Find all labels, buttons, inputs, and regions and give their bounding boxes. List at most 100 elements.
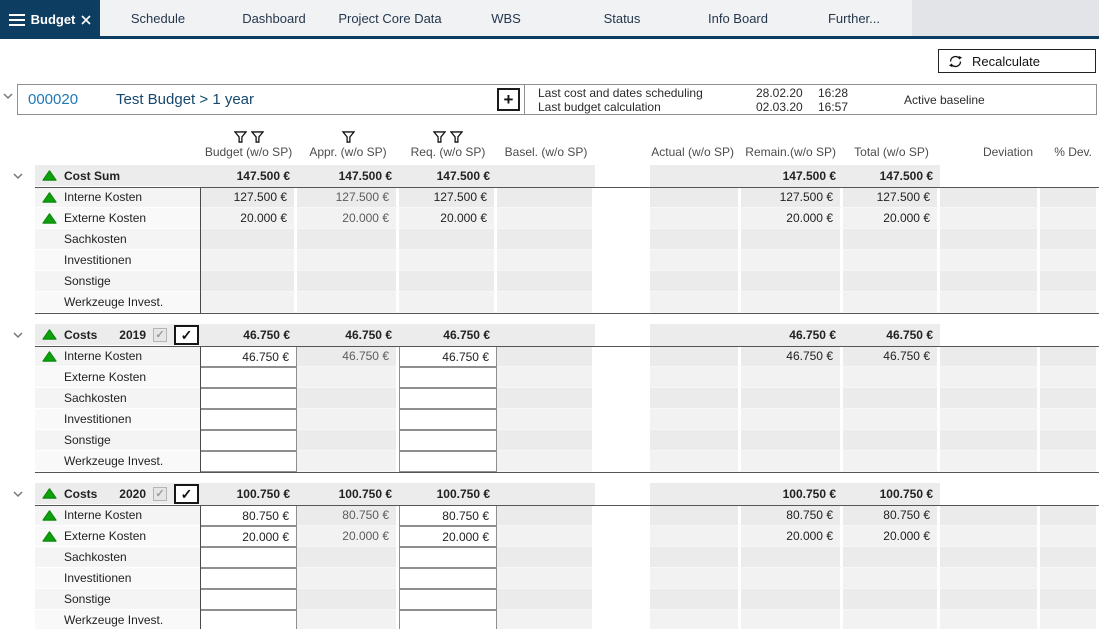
remain-cell bbox=[741, 292, 843, 313]
remain-cell bbox=[741, 250, 843, 271]
group-remain-total: 46.750 € bbox=[741, 324, 843, 346]
total-cell bbox=[843, 409, 940, 430]
column-gap bbox=[595, 547, 650, 568]
project-name-field[interactable]: Test Budget > 1 year bbox=[116, 91, 497, 108]
column-pdev: % Dev. bbox=[1040, 121, 1099, 161]
chevron-down-icon[interactable] bbox=[12, 490, 24, 498]
filter-icon[interactable] bbox=[342, 131, 355, 143]
budget-cell[interactable] bbox=[200, 610, 297, 629]
deviation-cell bbox=[940, 346, 1040, 367]
group-pdev-cell bbox=[1040, 483, 1099, 505]
appr-cell: 46.750 € bbox=[297, 346, 399, 367]
basel-cell bbox=[497, 367, 595, 388]
budget-cell[interactable] bbox=[200, 409, 297, 430]
baseline-checkbox-disabled: ✓ bbox=[153, 487, 167, 501]
recalculate-button[interactable]: Recalculate bbox=[938, 49, 1096, 73]
budget-cell[interactable] bbox=[200, 367, 297, 388]
column-gap bbox=[595, 505, 650, 526]
hamburger-menu-icon[interactable] bbox=[9, 14, 25, 26]
req-cell[interactable]: 46.750 € bbox=[399, 346, 497, 367]
req-cell[interactable] bbox=[399, 568, 497, 589]
budget-cell[interactable]: 46.750 € bbox=[200, 346, 297, 367]
tab-info-board[interactable]: Info Board bbox=[680, 0, 796, 36]
refresh-icon bbox=[947, 53, 964, 70]
tab-status[interactable]: Status bbox=[564, 0, 680, 36]
total-cell bbox=[843, 568, 940, 589]
basel-cell bbox=[497, 589, 595, 610]
pdev-cell bbox=[1040, 271, 1099, 292]
deviation-cell bbox=[940, 451, 1040, 472]
req-cell[interactable] bbox=[399, 589, 497, 610]
group-total-total: 46.750 € bbox=[843, 324, 940, 346]
budget-cell[interactable]: 20.000 € bbox=[200, 526, 297, 547]
deviation-cell bbox=[940, 526, 1040, 547]
req-cell: 20.000 € bbox=[399, 208, 497, 229]
pdev-cell bbox=[1040, 526, 1099, 547]
budget-cell[interactable]: 80.750 € bbox=[200, 505, 297, 526]
pdev-cell bbox=[1040, 292, 1099, 313]
group-name: Costs bbox=[64, 483, 97, 505]
req-cell[interactable] bbox=[399, 388, 497, 409]
budget-cell[interactable] bbox=[200, 451, 297, 472]
req-cell[interactable] bbox=[399, 409, 497, 430]
req-cell[interactable] bbox=[399, 547, 497, 568]
actual-cell bbox=[650, 271, 741, 292]
pdev-cell bbox=[1040, 187, 1099, 208]
cost-row: Interne Kosten 127.500 € 127.500 € 127.5… bbox=[0, 187, 1099, 208]
appr-cell bbox=[297, 451, 399, 472]
recalculate-label: Recalculate bbox=[972, 54, 1040, 69]
cost-type-label: Sachkosten bbox=[64, 388, 127, 408]
tab-wbs[interactable]: WBS bbox=[448, 0, 564, 36]
chevron-down-icon[interactable] bbox=[12, 331, 24, 339]
approved-checkbox[interactable]: ✓ bbox=[174, 325, 199, 345]
actual-cell bbox=[650, 430, 741, 451]
tab-schedule[interactable]: Schedule bbox=[100, 0, 216, 36]
req-cell[interactable] bbox=[399, 367, 497, 388]
deviation-cell bbox=[940, 430, 1040, 451]
close-icon[interactable] bbox=[81, 15, 91, 25]
budget-cell[interactable] bbox=[200, 547, 297, 568]
req-cell[interactable] bbox=[399, 610, 497, 629]
deviation-cell bbox=[940, 547, 1040, 568]
budget-cell[interactable] bbox=[200, 568, 297, 589]
filter-icon[interactable] bbox=[251, 131, 264, 143]
req-cell bbox=[399, 229, 497, 250]
filter-icon[interactable] bbox=[433, 131, 446, 143]
remain-cell bbox=[741, 229, 843, 250]
tab-dashboard[interactable]: Dashboard bbox=[216, 0, 332, 36]
active-baseline-label: Active baseline bbox=[904, 93, 985, 107]
scheduling-time: 16:28 bbox=[818, 86, 862, 100]
filter-icon[interactable] bbox=[450, 131, 463, 143]
add-button[interactable]: + bbox=[497, 88, 520, 111]
tab-further[interactable]: Further... bbox=[796, 0, 912, 36]
project-id-field[interactable]: 000020 bbox=[28, 91, 116, 108]
req-cell[interactable]: 80.750 € bbox=[399, 505, 497, 526]
appr-cell bbox=[297, 229, 399, 250]
approved-checkbox[interactable]: ✓ bbox=[174, 484, 199, 504]
budget-cell[interactable] bbox=[200, 589, 297, 610]
cost-type-cell: Investitionen bbox=[35, 409, 200, 430]
trend-up-icon bbox=[42, 531, 57, 542]
tab-bar-corner bbox=[912, 0, 1099, 36]
req-cell[interactable] bbox=[399, 451, 497, 472]
tab-project-core-data[interactable]: Project Core Data bbox=[332, 0, 448, 36]
trend-up-icon bbox=[42, 192, 57, 203]
pdev-cell bbox=[1040, 229, 1099, 250]
filter-icon[interactable] bbox=[234, 131, 247, 143]
cost-row: Investitionen bbox=[0, 250, 1099, 271]
req-cell[interactable]: 20.000 € bbox=[399, 526, 497, 547]
deviation-cell bbox=[940, 568, 1040, 589]
budget-cell bbox=[200, 229, 297, 250]
project-expander-chevron-down-icon[interactable] bbox=[2, 92, 14, 100]
budget-cell[interactable] bbox=[200, 388, 297, 409]
remain-cell: 127.500 € bbox=[741, 187, 843, 208]
req-cell[interactable] bbox=[399, 430, 497, 451]
column-deviation: Deviation bbox=[940, 121, 1040, 161]
chevron-down-icon[interactable] bbox=[12, 172, 24, 180]
cost-type-label: Sonstige bbox=[64, 589, 111, 609]
group-deviation-cell bbox=[940, 165, 1040, 187]
scheduling-info: Last cost and dates scheduling 28.02.20 … bbox=[538, 86, 862, 114]
tab-budget-active[interactable]: Budget bbox=[0, 0, 100, 39]
group-label-cell: Costs 2020 ✓ ✓ bbox=[35, 483, 200, 505]
budget-cell[interactable] bbox=[200, 430, 297, 451]
